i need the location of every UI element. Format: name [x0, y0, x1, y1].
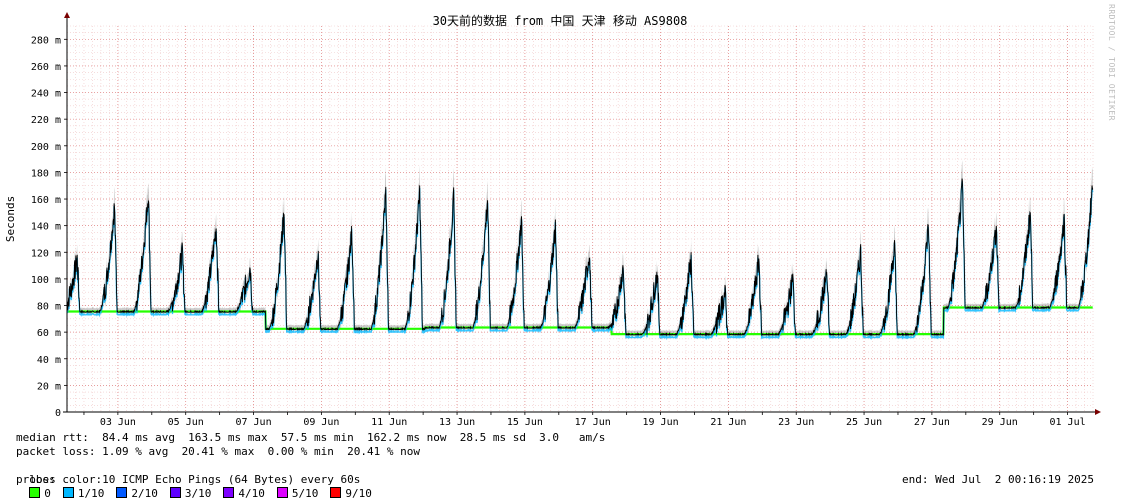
- loss-color-swatch: [29, 487, 41, 498]
- y-tick-label: 200 m: [31, 142, 61, 153]
- end-timestamp: end: Wed Jul 2 00:16:19 2025: [902, 473, 1095, 486]
- y-tick-label: 240 m: [31, 89, 61, 100]
- loss-color-item: 5/10: [276, 487, 318, 501]
- x-axis-ticks: 03 Jun 05 Jun 07 Jun 09 Jun 11 Jun 13 Jun 15 J…: [100, 417, 1086, 428]
- rrdtool-credit: RRDTOOL / TOBI OETIKER: [1107, 4, 1116, 121]
- x-tick-label: 01 Jul: [1049, 417, 1085, 428]
- x-tick-label: 09 Jun: [303, 417, 339, 428]
- y-tick-label: 140 m: [31, 222, 61, 233]
- x-tick-label: 17 Jun: [575, 417, 611, 428]
- x-tick-label: 25 Jun: [846, 417, 882, 428]
- y-tick-label: 60 m: [37, 328, 61, 339]
- x-tick-label: 21 Jun: [710, 417, 746, 428]
- loss-color-swatch: [169, 487, 181, 498]
- loss-color-item: 4/10: [223, 487, 265, 501]
- loss-color-item: 9/10: [330, 487, 372, 501]
- y-tick-label: 260 m: [31, 62, 61, 73]
- loss-color-swatch: [62, 487, 74, 498]
- x-tick-label: 19 Jun: [642, 417, 678, 428]
- median-rtt-line: median rtt: 84.4 ms avg 163.5 ms max 57.…: [16, 431, 606, 444]
- y-tick-label: 100 m: [31, 275, 61, 286]
- loss-color-item: 1/10: [62, 487, 104, 501]
- packet-loss-line: packet loss: 1.09 % avg 20.41 % max 0.00…: [16, 445, 420, 458]
- latency-chart: 30天前的数据 from 中国 天津 移动 AS9808 Seconds 020…: [0, 0, 1121, 494]
- loss-color-item: 3/10: [169, 487, 211, 501]
- loss-color-swatch: [330, 487, 342, 498]
- loss-color-item: 0: [29, 487, 51, 501]
- loss-color-item: 2/10: [116, 487, 158, 501]
- y-tick-label: 180 m: [31, 168, 61, 179]
- y-tick-label: 40 m: [37, 355, 61, 366]
- x-tick-label: 11 Jun: [371, 417, 407, 428]
- y-tick-label: 160 m: [31, 195, 61, 206]
- x-tick-label: 05 Jun: [168, 417, 204, 428]
- y-tick-label: 20 m: [37, 381, 61, 392]
- loss-color-swatch: [276, 487, 288, 498]
- y-tick-label: 0: [55, 408, 61, 419]
- x-tick-label: 15 Jun: [507, 417, 543, 428]
- x-tick-label: 23 Jun: [778, 417, 814, 428]
- y-tick-label: 280 m: [31, 35, 61, 46]
- x-tick-label: 07 Jun: [235, 417, 271, 428]
- loss-color-swatch: [116, 487, 128, 498]
- y-tick-label: 220 m: [31, 115, 61, 126]
- loss-color-swatch: [223, 487, 235, 498]
- x-tick-label: 13 Jun: [439, 417, 475, 428]
- y-tick-label: 120 m: [31, 248, 61, 259]
- x-tick-label: 27 Jun: [914, 417, 950, 428]
- x-tick-label: 29 Jun: [982, 417, 1018, 428]
- y-axis-label: Seconds: [4, 196, 17, 242]
- y-tick-label: 80 m: [37, 302, 61, 313]
- probe-line: probe: 10 ICMP Echo Pings (64 Bytes) eve…: [16, 473, 361, 486]
- x-tick-label: 03 Jun: [100, 417, 136, 428]
